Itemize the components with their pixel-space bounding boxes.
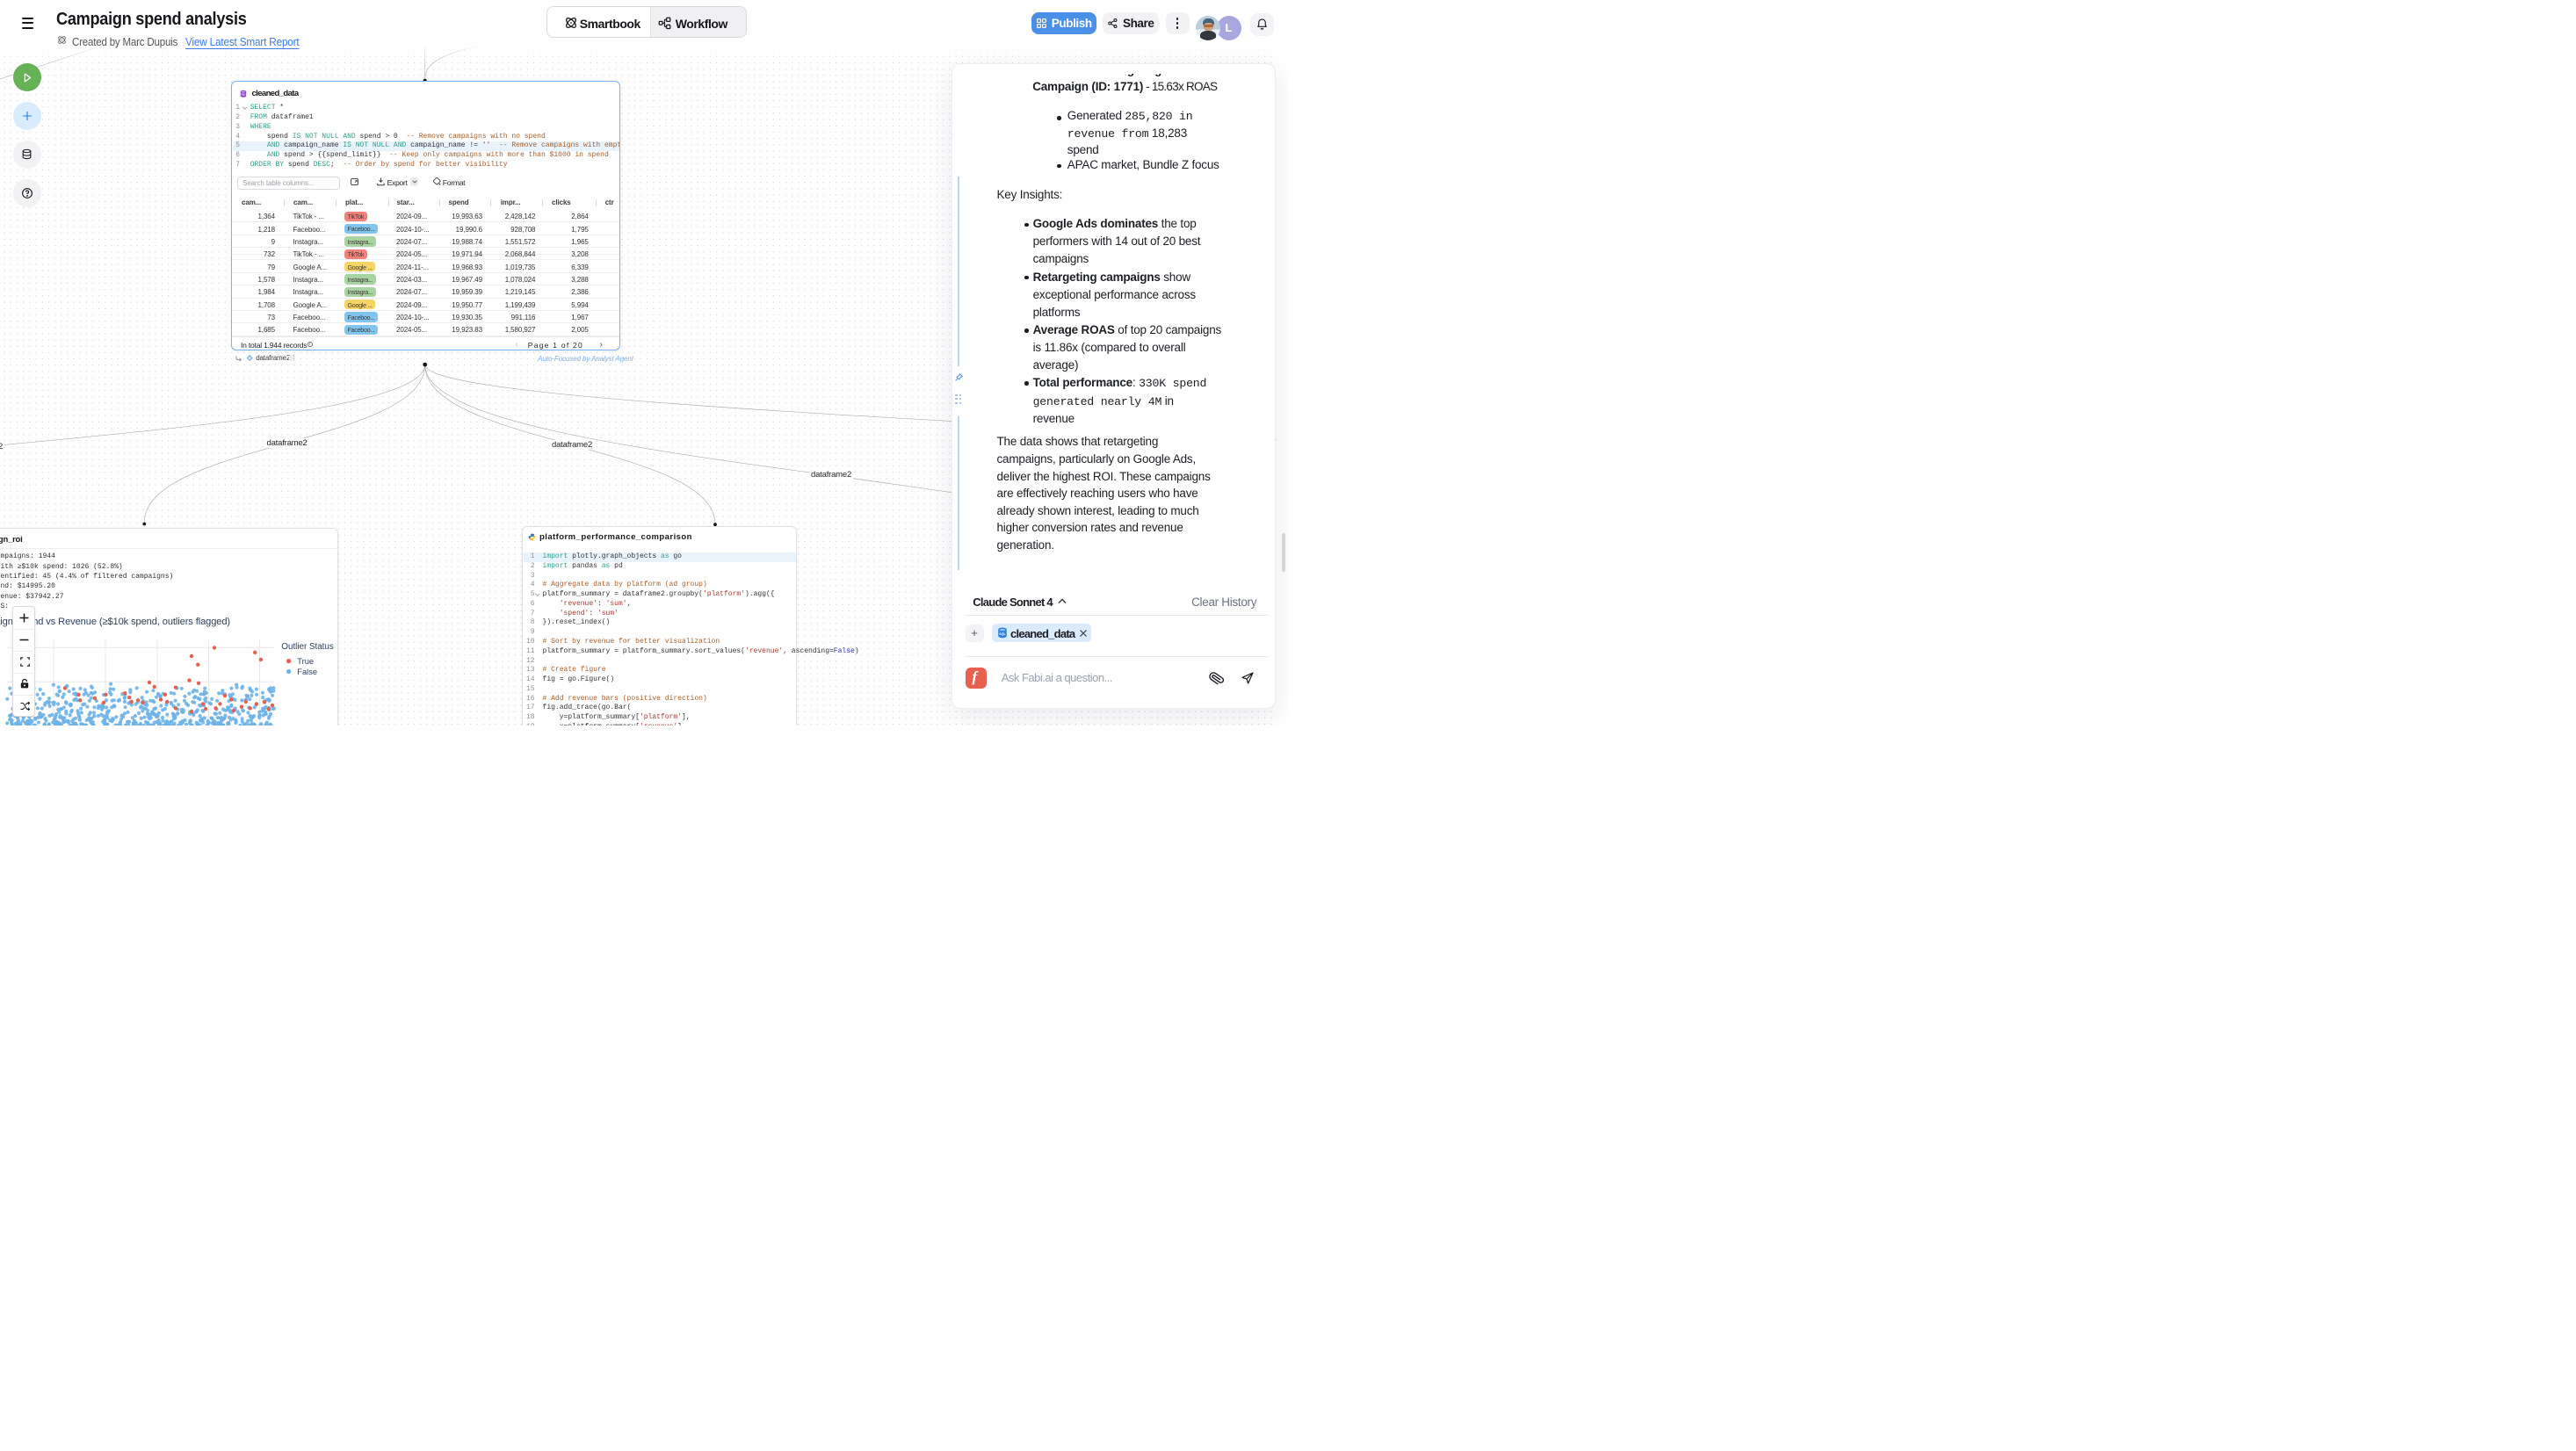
svg-text:SQL: SQL xyxy=(999,632,1006,636)
svg-text:SQL: SQL xyxy=(242,93,246,96)
